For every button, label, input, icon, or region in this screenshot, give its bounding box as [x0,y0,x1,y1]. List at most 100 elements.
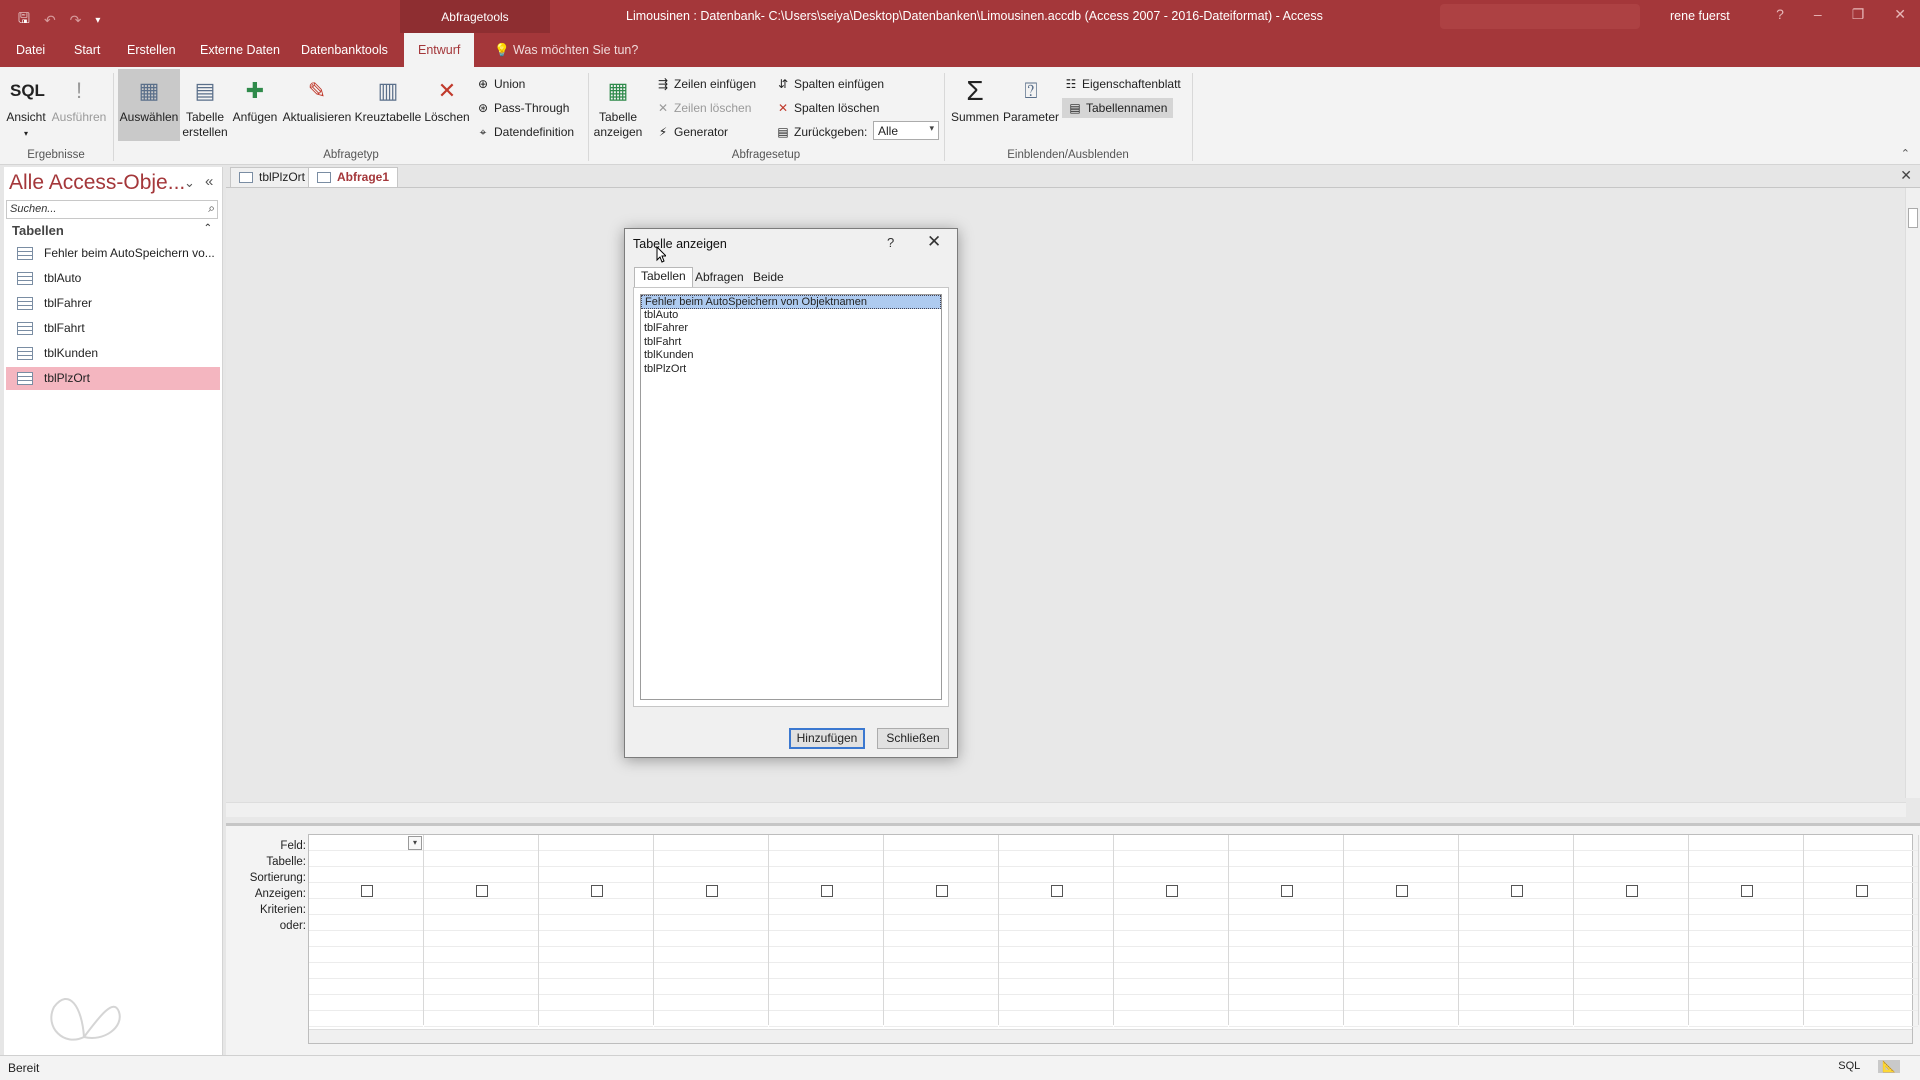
show-checkbox[interactable] [1281,885,1293,897]
grid-cell[interactable] [654,931,768,947]
nav-menu-icon[interactable]: ⌄ [184,175,195,191]
grid-cell[interactable] [1114,899,1228,915]
horizontal-scrollbar[interactable] [226,802,1906,817]
grid-cell[interactable] [424,835,538,851]
grid-column[interactable] [769,835,884,1027]
grid-cell[interactable] [309,947,423,963]
list-item[interactable]: tblFahrer [641,322,941,336]
grid-cell[interactable] [1229,835,1343,851]
grid-cell[interactable] [1114,867,1228,883]
close-icon[interactable]: ✕ [927,232,941,252]
grid-cell[interactable] [1229,995,1343,1011]
grid-cell[interactable] [539,931,653,947]
parameters-button[interactable]: ⍰ Parameter [1002,75,1060,125]
insert-columns-button[interactable]: ⇵ Spalten einfügen [776,75,884,93]
grid-cell[interactable] [539,947,653,963]
grid-cell[interactable] [1229,979,1343,995]
grid-cell[interactable] [1229,899,1343,915]
grid-cell[interactable] [769,915,883,931]
show-checkbox[interactable] [591,885,603,897]
dialog-tab-tables[interactable]: Tabellen [634,267,693,288]
grid-cell[interactable] [1459,835,1573,851]
grid-cell[interactable] [1459,899,1573,915]
delete-query-button[interactable]: ✕ Löschen [424,75,470,125]
grid-cell[interactable] [999,979,1113,995]
grid-column[interactable] [1459,835,1574,1027]
show-checkbox[interactable] [361,885,373,897]
grid-cell[interactable] [1229,851,1343,867]
undo-icon[interactable]: ↶ [44,12,56,29]
restore-icon[interactable]: ❐ [1852,6,1865,23]
grid-cell[interactable] [654,915,768,931]
dialog-tab-queries[interactable]: Abfragen [689,269,750,287]
grid-cell[interactable] [999,899,1113,915]
grid-cell[interactable] [1344,995,1458,1011]
grid-cell[interactable] [1689,835,1803,851]
dialog-tab-both[interactable]: Beide [747,269,790,287]
grid-cell[interactable] [999,915,1113,931]
property-sheet-button[interactable]: ☷ Eigenschaftenblatt [1064,75,1181,93]
grid-cell[interactable] [1114,947,1228,963]
grid-cell[interactable] [1689,883,1803,899]
doc-tab-abfrage1[interactable]: Abfrage1 [308,167,399,187]
grid-cell[interactable] [769,851,883,867]
grid-cell[interactable] [1804,995,1918,1011]
grid-cell[interactable] [769,979,883,995]
grid-cell[interactable] [1804,867,1918,883]
grid-cell[interactable] [1459,851,1573,867]
grid-cell[interactable] [1804,979,1918,995]
union-button[interactable]: ⊕ Union [476,75,525,93]
field-dropdown-icon[interactable]: ▾ [408,836,422,850]
grid-cell[interactable] [1114,1011,1228,1027]
grid-cell[interactable] [884,947,998,963]
grid-cell[interactable] [999,867,1113,883]
grid-cell[interactable] [1459,947,1573,963]
scroll-thumb[interactable] [1908,208,1918,228]
grid-cell[interactable] [424,931,538,947]
show-checkbox[interactable] [1856,885,1868,897]
grid-cell[interactable] [424,995,538,1011]
grid-cell[interactable] [1804,963,1918,979]
grid-cell[interactable] [1114,883,1228,899]
grid-cell[interactable] [1804,915,1918,931]
grid-cell[interactable] [884,867,998,883]
delete-columns-button[interactable]: ✕ Spalten löschen [776,99,879,117]
grid-cell[interactable] [654,835,768,851]
table-names-button[interactable]: ▤ Tabellennamen [1062,98,1174,118]
grid-cell[interactable] [424,947,538,963]
grid-cell[interactable] [654,995,768,1011]
grid-cell[interactable] [769,947,883,963]
grid-cell[interactable] [1804,931,1918,947]
tab-erstellen[interactable]: Erstellen [113,33,190,67]
grid-cell[interactable] [539,883,653,899]
grid-column[interactable] [884,835,999,1027]
grid-cell[interactable] [1229,931,1343,947]
grid-cell[interactable] [884,835,998,851]
show-checkbox[interactable] [1166,885,1178,897]
grid-column[interactable] [1689,835,1804,1027]
tab-start[interactable]: Start [60,33,114,67]
grid-cell[interactable] [999,995,1113,1011]
grid-cell[interactable] [309,1011,423,1027]
grid-cell[interactable] [654,883,768,899]
grid-column[interactable] [539,835,654,1027]
grid-cell[interactable] [654,851,768,867]
grid-cell[interactable] [1689,915,1803,931]
grid-cell[interactable] [1344,835,1458,851]
grid-cell[interactable] [1689,899,1803,915]
grid-column[interactable] [654,835,769,1027]
grid-column[interactable] [1804,835,1919,1027]
grid-cell[interactable] [1689,1011,1803,1027]
search-icon[interactable]: ⌕ [208,201,215,216]
grid-cell[interactable] [769,899,883,915]
grid-cell[interactable] [539,851,653,867]
grid-cell[interactable] [539,963,653,979]
grid-cell[interactable] [999,931,1113,947]
grid-horizontal-scrollbar[interactable] [309,1029,1912,1043]
vertical-scrollbar[interactable] [1905,188,1920,798]
grid-cell[interactable] [309,883,423,899]
sql-view-button[interactable]: SQL [1838,1060,1860,1073]
grid-cell[interactable] [424,915,538,931]
grid-cell[interactable]: ▾ [309,835,423,851]
table-list[interactable]: Fehler beim AutoSpeichern von Objektname… [640,294,942,700]
